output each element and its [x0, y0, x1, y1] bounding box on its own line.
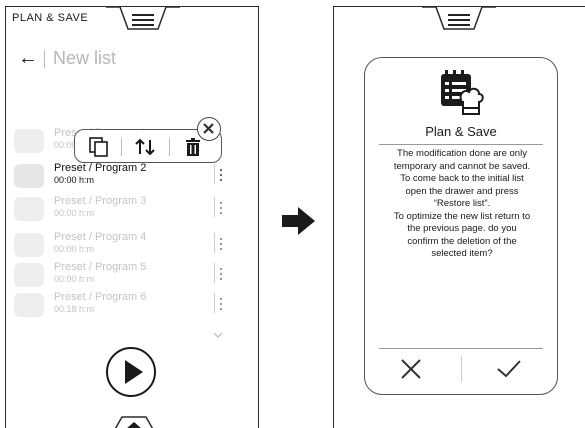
cancel-icon — [401, 359, 421, 379]
bottom-drawer-handle[interactable] — [94, 411, 174, 428]
header-divider — [44, 49, 45, 68]
program-thumbnail — [14, 129, 44, 153]
confirm-button[interactable] — [489, 353, 529, 383]
program-time: 00:00 h:m — [54, 274, 95, 284]
program-thumbnail — [14, 197, 44, 221]
button-divider — [461, 356, 462, 382]
divider — [379, 348, 543, 349]
list-title: New list — [53, 48, 117, 68]
program-thumbnail — [14, 263, 44, 287]
sort-icon[interactable] — [133, 136, 157, 158]
program-thumbnail — [14, 164, 44, 188]
program-time: 00:00 h:m — [54, 244, 95, 254]
dialog-message: The modification done are only temporary… — [393, 148, 531, 259]
program-title: Preset / Program 2 — [54, 162, 147, 174]
right-screen: Plan & Save The modification done are on… — [333, 6, 585, 428]
trash-icon[interactable] — [181, 136, 205, 158]
program-title: Preset / Program 5 — [54, 261, 147, 273]
list-item[interactable]: Preset / Program 6 00:18 h:m — [14, 289, 234, 319]
program-time: 00:00 h:m — [54, 208, 95, 218]
copy-icon[interactable] — [87, 136, 111, 158]
dialog-title: Plan & Save — [425, 124, 497, 139]
more-options-icon[interactable] — [214, 233, 229, 253]
list-item[interactable]: Preset / Program 3 00:00 h:m — [14, 193, 234, 223]
brand-label: PLAN & SAVE — [12, 12, 89, 24]
more-options-icon[interactable] — [214, 164, 229, 184]
back-arrow-icon[interactable]: ← — [18, 47, 38, 70]
list-item[interactable]: Preset / Program 5 00:00 h:m — [14, 259, 234, 289]
program-title: Preset / Program 4 — [54, 231, 147, 243]
program-thumbnail — [14, 233, 44, 257]
menu-icon[interactable] — [132, 13, 154, 27]
more-options-icon[interactable] — [214, 293, 229, 313]
confirm-check-icon — [497, 360, 521, 378]
cancel-button[interactable] — [391, 353, 431, 383]
menu-icon[interactable] — [448, 13, 470, 27]
close-icon — [203, 123, 214, 134]
play-button[interactable] — [106, 347, 156, 397]
play-icon — [125, 360, 143, 384]
plan-save-icon — [441, 70, 484, 115]
divider — [379, 144, 543, 145]
more-options-icon[interactable] — [214, 263, 229, 283]
program-time: 00:18 h:m — [54, 304, 95, 314]
chevron-down-icon[interactable] — [213, 332, 223, 338]
arrow-right-icon — [282, 207, 315, 235]
list-item-selected[interactable]: Preset / Program 2 00:00 h:m — [14, 160, 234, 190]
list-item[interactable]: Preset / Program 4 00:00 h:m — [14, 229, 234, 259]
more-options-icon[interactable] — [214, 197, 229, 217]
toolbar-divider — [121, 138, 122, 156]
header-row: ← New list — [18, 47, 116, 70]
left-screen: PLAN & SAVE ← New list Preset / Program … — [5, 6, 259, 428]
toolbar-divider — [169, 138, 170, 156]
program-thumbnail — [14, 293, 44, 317]
program-time: 00:00 h:m — [54, 175, 95, 185]
close-toolbar-button[interactable] — [197, 117, 221, 141]
program-title: Preset / Program 6 — [54, 291, 147, 303]
program-title: Preset / Program 3 — [54, 195, 147, 207]
confirm-dialog: Plan & Save The modification done are on… — [364, 57, 558, 395]
